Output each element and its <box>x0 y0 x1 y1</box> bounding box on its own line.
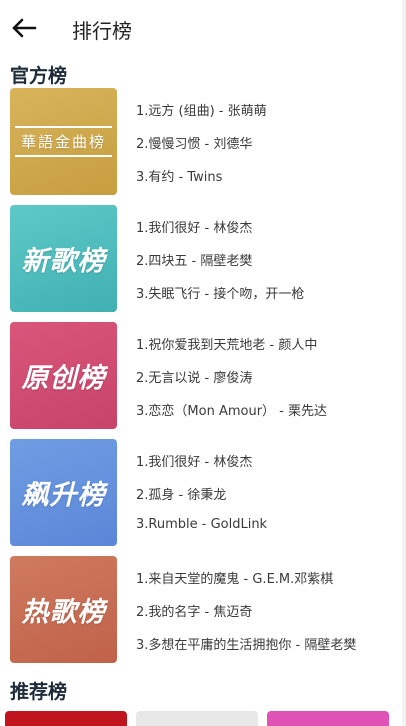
chart-cover[interactable]: 热歌榜 <box>10 556 117 663</box>
song-item[interactable]: 1.祝你爱我到天荒地老 - 颜人中 <box>136 334 317 353</box>
chart-cover[interactable]: 華語金曲榜 <box>10 88 117 195</box>
song-item[interactable]: 3.多想在平庸的生活拥抱你 - 隔壁老樊 <box>136 634 356 653</box>
song-item[interactable]: 3.恋恋（Mon Amour） - 栗先达 <box>136 400 327 419</box>
chart-row[interactable]: 飙升榜 1.我们很好 - 林俊杰 2.孤身 - 徐秉龙 3.Rumble - Gold… <box>10 439 406 546</box>
song-item[interactable]: 2.孤身 - 徐秉龙 <box>136 484 226 503</box>
chart-row[interactable]: 热歌榜 1.来自天堂的魔鬼 - G.E.M.邓紫棋 2.我的名字 - 焦迈奇 3.多想… <box>10 556 406 663</box>
back-arrow-icon[interactable] <box>10 14 38 42</box>
recommend-thumbnail[interactable] <box>136 711 258 726</box>
chart-cover-label: 原创榜 <box>21 363 106 394</box>
song-item[interactable]: 1.来自天堂的魔鬼 - G.E.M.邓紫棋 <box>136 568 333 587</box>
app-header: 排行榜 <box>0 0 406 56</box>
chart-cover-label: 新歌榜 <box>21 246 106 277</box>
chart-cover-label: 飙升榜 <box>21 480 106 511</box>
chart-cover-label: 热歌榜 <box>21 597 106 628</box>
song-item[interactable]: 3.Rumble - GoldLink <box>136 517 267 532</box>
chart-cover[interactable]: 原创榜 <box>10 322 117 429</box>
song-item[interactable]: 3.失眠飞行 - 接个吻，开一枪 <box>136 283 304 302</box>
chart-cover-label: 華語金曲榜 <box>14 126 112 157</box>
chart-row[interactable]: 原创榜 1.祝你爱我到天荒地老 - 颜人中 2.无言以说 - 廖俊涛 3.恋恋（Mon… <box>10 322 406 429</box>
chart-cover[interactable]: 飙升榜 <box>10 439 117 546</box>
chart-row[interactable]: 華語金曲榜 1.远方 (组曲) - 张萌萌 2.慢慢习惯 - 刘德华 3.有约 - T… <box>10 88 406 195</box>
section-title-official: 官方榜 <box>10 65 68 87</box>
song-item[interactable]: 1.我们很好 - 林俊杰 <box>136 451 252 470</box>
song-item[interactable]: 1.远方 (组曲) - 张萌萌 <box>136 100 267 119</box>
song-item[interactable]: 2.慢慢习惯 - 刘德华 <box>136 133 252 152</box>
song-item[interactable]: 2.四块五 - 隔壁老樊 <box>136 250 252 269</box>
page-title: 排行榜 <box>72 19 132 43</box>
chart-row[interactable]: 新歌榜 1.我们很好 - 林俊杰 2.四块五 - 隔壁老樊 3.失眠飞行 - 接个吻，… <box>10 205 406 312</box>
song-item[interactable]: 2.我的名字 - 焦迈奇 <box>136 601 252 620</box>
scrollbar[interactable] <box>402 0 406 726</box>
song-item[interactable]: 2.无言以说 - 廖俊涛 <box>136 367 252 386</box>
chart-cover[interactable]: 新歌榜 <box>10 205 117 312</box>
section-title-recommend: 推荐榜 <box>10 681 68 703</box>
song-item[interactable]: 3.有约 - Twins <box>136 166 222 185</box>
recommend-thumbnail[interactable] <box>5 711 127 726</box>
recommend-thumbnail[interactable] <box>267 711 389 726</box>
song-item[interactable]: 1.我们很好 - 林俊杰 <box>136 217 252 236</box>
